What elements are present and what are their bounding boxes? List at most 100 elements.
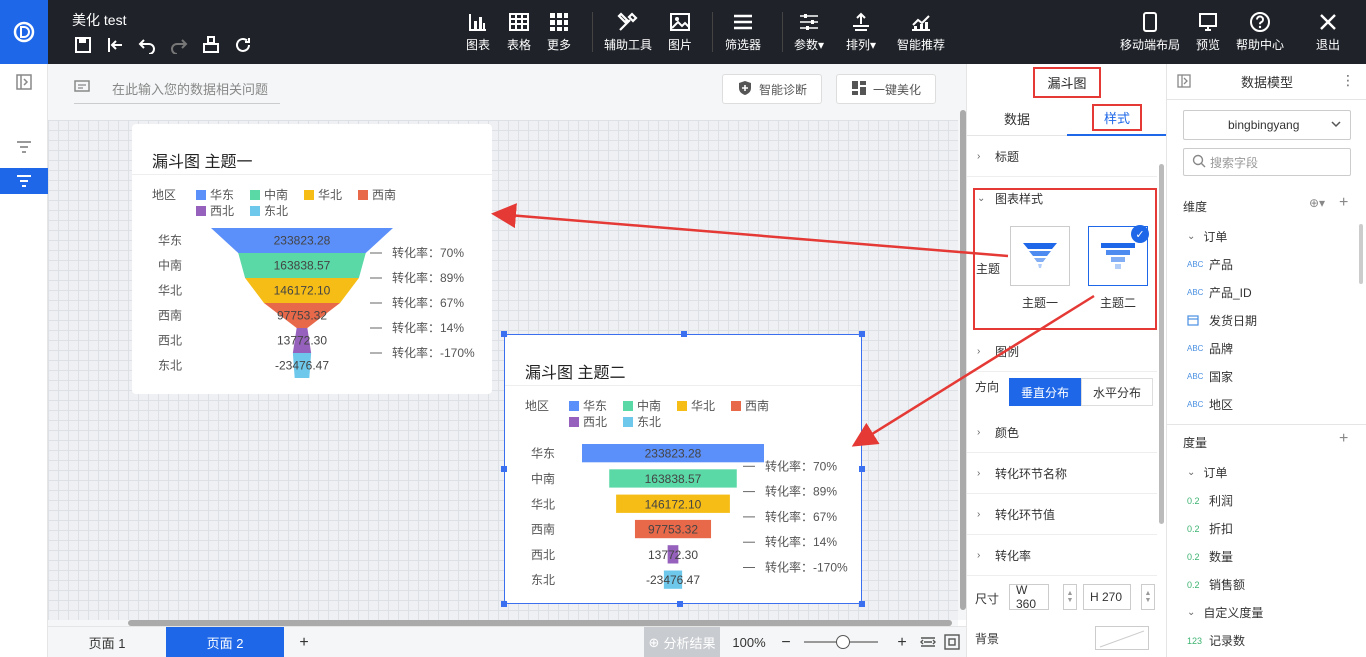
chart-type-label: 漏斗图 — [1033, 66, 1101, 98]
model-scrollbar[interactable] — [1359, 224, 1363, 284]
height-input[interactable]: H 270 — [1083, 584, 1131, 610]
conversion-label: 转化率：67% — [765, 509, 837, 524]
value-label: 97753.32 — [277, 309, 327, 323]
chart-type-header: 漏斗图 — [967, 64, 1167, 100]
dataset-select[interactable]: bingbingyang — [1183, 110, 1351, 140]
collapse-panel-icon[interactable] — [1177, 74, 1191, 91]
search-icon — [1192, 154, 1206, 171]
back-to-start-icon[interactable] — [104, 35, 126, 55]
section-conversion-rate[interactable]: › 转化率 — [967, 536, 1157, 576]
refresh-icon[interactable] — [232, 35, 254, 55]
mobile-layout-button[interactable]: 移动端布局 — [1120, 10, 1180, 56]
field-type-tag: 0.2 — [1187, 579, 1200, 590]
help-center-button[interactable]: 帮助中心 — [1236, 10, 1284, 56]
chevron-right-icon: › — [977, 550, 981, 561]
filter-outline-icon[interactable] — [16, 140, 32, 157]
value-label: 146172.10 — [274, 284, 331, 298]
toolbar-recommend-button[interactable]: 智能推荐 — [897, 10, 945, 56]
zoom-level[interactable]: 100% — [726, 627, 772, 657]
redo-icon[interactable] — [168, 35, 190, 55]
section-step-value[interactable]: › 转化环节值 — [967, 495, 1157, 535]
tab-style[interactable]: 样式 — [1067, 100, 1167, 136]
chart-card-theme2[interactable]: 漏斗图 主题二 地区 华东 中南 华北 西南 西北 东北 华东 233823.28 中南 163… — [501, 331, 865, 607]
expand-panel-icon[interactable] — [16, 74, 32, 93]
resize-handle[interactable] — [677, 601, 683, 607]
data-model-panel: 数据模型 ⋮ bingbingyang 搜索字段 维度 ⊕▾ + ⌄ 订单 ABC… — [1166, 64, 1366, 657]
add-measure-button[interactable]: + — [1339, 430, 1348, 448]
preview-button[interactable]: 预览 — [1196, 10, 1220, 56]
resize-handle[interactable] — [501, 331, 507, 337]
theme1-option[interactable] — [1010, 226, 1070, 286]
field-item[interactable]: ABC 产品 — [1187, 256, 1233, 273]
sliders-icon — [799, 10, 819, 34]
resize-handle[interactable] — [859, 466, 865, 472]
add-page-button[interactable]: + — [284, 627, 324, 657]
field-item[interactable]: 0.2 利润 — [1187, 492, 1233, 509]
resize-handle[interactable] — [501, 466, 507, 472]
exit-button[interactable]: 退出 — [1316, 10, 1340, 56]
field-item[interactable]: ABC 地区 — [1187, 396, 1233, 413]
toolbar-table-button[interactable]: 表格 — [507, 10, 531, 56]
one-click-beautify-button[interactable]: 一键美化 — [836, 74, 937, 104]
category-label: 西南 — [158, 308, 182, 323]
dimension-group[interactable]: ⌄ 订单 — [1187, 228, 1227, 245]
chart-card-theme1[interactable]: 漏斗图 主题一 地区 华东 中南 华北 西南 西北 东北 华东 233823.28 中南 163… — [132, 124, 492, 394]
resize-handle[interactable] — [859, 601, 865, 607]
smart-diagnose-button[interactable]: 智能诊断 — [722, 74, 823, 104]
resize-handle[interactable] — [501, 601, 507, 607]
toolbar-filter-button[interactable]: 筛选器 — [725, 10, 761, 56]
page-tab-1[interactable]: 页面 1 — [48, 627, 166, 657]
zoom-slider-thumb[interactable] — [836, 635, 850, 649]
toolbar-image-button[interactable]: 图片 — [668, 10, 692, 56]
section-legend[interactable]: › 图例 — [967, 332, 1157, 372]
question-input[interactable]: 在此输入您的数据相关问题 — [74, 74, 280, 104]
analysis-result-button[interactable]: ⊕ 分析结果 — [644, 627, 720, 657]
chevron-right-icon: › — [977, 346, 981, 357]
field-item[interactable]: 发货日期 — [1187, 312, 1257, 329]
more-vertical-icon[interactable]: ⋮ — [1341, 72, 1355, 89]
width-input[interactable]: W 360 — [1009, 583, 1049, 611]
resize-handle[interactable] — [859, 331, 865, 337]
undo-icon[interactable] — [136, 35, 158, 55]
vertical-distribution-button[interactable]: 垂直分布 — [1009, 378, 1081, 406]
app-logo[interactable] — [0, 0, 48, 64]
save-icon[interactable] — [72, 35, 94, 55]
section-title[interactable]: › 标题 — [967, 137, 1157, 177]
category-label: 中南 — [158, 258, 182, 273]
tools-icon — [617, 10, 639, 34]
field-item[interactable]: ABC 国家 — [1187, 368, 1233, 385]
field-item[interactable]: 0.2 销售额 — [1187, 576, 1245, 593]
toolbar-params-button[interactable]: 参数▾ — [794, 10, 824, 56]
width-stepper[interactable]: ▲ ▼ — [1063, 584, 1077, 610]
toolbar-arrange-button[interactable]: 排列▾ — [846, 10, 876, 56]
field-item[interactable]: ABC 产品_ID — [1187, 284, 1252, 301]
panel-scrollbar[interactable] — [1159, 164, 1164, 524]
toolbar-more-button[interactable]: 更多 — [547, 10, 571, 56]
globe-icon[interactable]: ⊕▾ — [1309, 196, 1325, 210]
toolbar-tools-button[interactable]: 辅助工具 — [604, 10, 652, 56]
horizontal-distribution-button[interactable]: 水平分布 — [1081, 378, 1153, 406]
zoom-out-button[interactable]: − — [776, 627, 796, 657]
fit-width-icon[interactable] — [920, 635, 936, 652]
field-item[interactable]: 0.2 数量 — [1187, 548, 1233, 565]
section-color[interactable]: › 颜色 — [967, 413, 1157, 453]
shield-plus-icon — [737, 80, 753, 99]
resize-handle[interactable] — [681, 331, 687, 337]
field-search-input[interactable]: 搜索字段 — [1183, 148, 1351, 176]
fit-screen-icon[interactable] — [944, 634, 960, 653]
toolbar-chart-button[interactable]: 图表 — [466, 10, 490, 56]
field-item[interactable]: 0.2 折扣 — [1187, 520, 1233, 537]
tab-data[interactable]: 数据 — [967, 100, 1067, 136]
field-item[interactable]: 123 记录数 — [1187, 632, 1245, 649]
custom-measure-group[interactable]: ⌄ 自定义度量 — [1187, 604, 1263, 621]
measure-group[interactable]: ⌄ 订单 — [1187, 464, 1227, 481]
field-item[interactable]: ABC 品牌 — [1187, 340, 1233, 357]
height-stepper[interactable]: ▲ ▼ — [1141, 584, 1155, 610]
theme2-option[interactable]: ✓ — [1088, 225, 1149, 286]
section-step-name[interactable]: › 转化环节名称 — [967, 454, 1157, 494]
background-color-picker[interactable] — [1095, 626, 1149, 650]
zoom-in-button[interactable]: + — [892, 627, 912, 657]
format-painter-icon[interactable] — [200, 35, 222, 55]
page-tab-2[interactable]: 页面 2 — [166, 627, 284, 657]
add-dimension-button[interactable]: + — [1339, 194, 1348, 212]
